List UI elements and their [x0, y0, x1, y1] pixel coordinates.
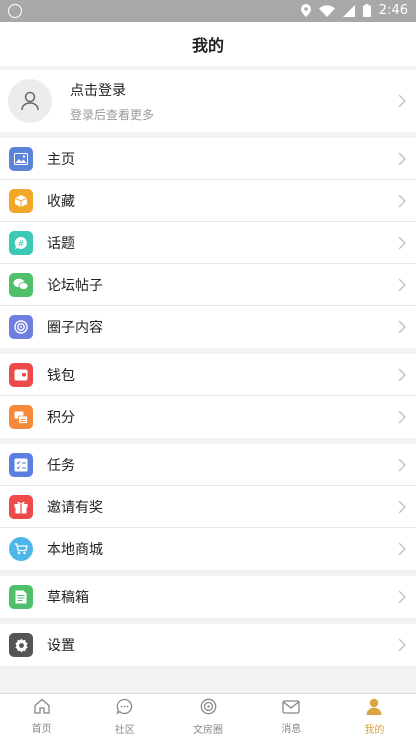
tab-label: 消息	[281, 723, 302, 735]
chevron-right-icon	[398, 193, 406, 208]
menu-item-label: 本地商城	[47, 542, 103, 558]
circle-icon	[9, 315, 33, 339]
menu-item[interactable]: 任务	[0, 444, 416, 486]
chevron-right-icon	[398, 410, 406, 424]
menu-item[interactable]: 本地商城	[0, 528, 416, 570]
menu-item-label: 积分	[47, 410, 75, 426]
cart-icon	[9, 537, 33, 561]
tab-label: 社区	[114, 724, 135, 736]
community-icon	[116, 698, 133, 719]
menu-item[interactable]: 邀请有奖	[0, 486, 416, 528]
menu-item-label: 设置	[47, 638, 75, 654]
menu-item[interactable]: 论坛帖子	[0, 264, 416, 306]
tab-message[interactable]: 消息	[250, 694, 333, 739]
chevron-right-icon	[398, 367, 406, 382]
menu-item-label: 收藏	[47, 193, 75, 210]
menu-item[interactable]: 主页	[0, 138, 416, 180]
login-subtitle: 登录后查看更多	[70, 107, 155, 122]
menu-item[interactable]: 钱包	[0, 354, 416, 396]
circle-tab-icon	[200, 698, 217, 719]
tab-label: 文房圈	[193, 724, 223, 736]
menu-list: 主页收藏 # 话题论坛帖子圈子内容钱包积分任务邀请有奖本地商城草稿箱设置	[0, 138, 416, 666]
svg-text:#: #	[18, 239, 25, 248]
wifi-icon	[318, 4, 335, 17]
chevron-right-icon	[398, 151, 406, 166]
chat-icon	[9, 272, 33, 297]
status-bar: 2:46	[0, 0, 416, 22]
draft-icon	[9, 585, 33, 609]
chevron-right-icon	[398, 235, 406, 250]
person-icon	[366, 698, 382, 719]
menu-item[interactable]: # 话题	[0, 222, 416, 264]
chevron-right-icon	[398, 320, 406, 334]
battery-icon	[362, 4, 371, 17]
menu-item-label: 圈子内容	[47, 320, 103, 336]
hashtag-icon: #	[9, 230, 33, 255]
menu-item-label: 钱包	[47, 367, 75, 384]
chevron-right-icon	[398, 542, 406, 556]
menu-item-label: 论坛帖子	[47, 277, 103, 294]
chevron-right-icon	[398, 590, 406, 604]
image-icon	[9, 146, 33, 171]
menu-item[interactable]: 积分	[0, 396, 416, 438]
menu-item[interactable]: 圈子内容	[0, 306, 416, 348]
tab-community[interactable]: 社区	[83, 694, 166, 739]
status-time: 2:46	[378, 3, 408, 18]
menu-group: 任务邀请有奖本地商城	[0, 444, 416, 570]
menu-item[interactable]: 草稿箱	[0, 576, 416, 618]
chevron-right-icon	[398, 457, 406, 472]
menu-item[interactable]: 设置	[0, 624, 416, 666]
menu-item-label: 任务	[47, 457, 75, 474]
menu-item[interactable]: 收藏	[0, 180, 416, 222]
chevron-right-icon	[398, 638, 406, 652]
menu-item-label: 话题	[47, 235, 75, 252]
chevron-right-icon	[398, 499, 406, 514]
tab-label: 我的	[364, 724, 385, 736]
home-icon	[33, 698, 51, 718]
box-icon	[9, 188, 33, 213]
chevron-right-icon	[398, 277, 406, 292]
menu-item-label: 草稿箱	[47, 590, 89, 606]
tab-home[interactable]: 首页	[0, 694, 83, 739]
signal-icon	[342, 4, 355, 17]
notification-icon	[8, 4, 22, 18]
tab-person[interactable]: 我的	[333, 694, 416, 739]
task-icon	[9, 452, 33, 477]
avatar[interactable]	[8, 79, 52, 123]
location-icon	[300, 4, 311, 17]
bottom-tab-bar: 首页 社区 文房圈 消息 我的	[0, 693, 416, 739]
menu-group: 钱包 积分	[0, 354, 416, 438]
menu-item-label: 主页	[47, 151, 75, 168]
wallet-icon	[9, 362, 33, 387]
gear-icon	[9, 633, 33, 657]
login-label[interactable]: 点击登录	[70, 80, 154, 100]
message-icon	[282, 699, 300, 718]
menu-item-label: 邀请有奖	[47, 499, 103, 516]
page-title: 我的	[0, 22, 416, 66]
tab-circle-tab[interactable]: 文房圈	[166, 694, 249, 739]
menu-group: 设置	[0, 624, 416, 666]
tab-label: 首页	[31, 724, 52, 735]
gift-icon	[9, 494, 33, 519]
menu-group: 草稿箱	[0, 576, 416, 618]
points-icon	[9, 405, 33, 429]
chevron-right-icon	[398, 94, 406, 108]
person-outline-icon	[21, 91, 39, 111]
menu-group: 主页收藏 # 话题论坛帖子圈子内容	[0, 138, 416, 348]
login-row[interactable]: 点击登录 登录后查看更多	[0, 70, 416, 132]
